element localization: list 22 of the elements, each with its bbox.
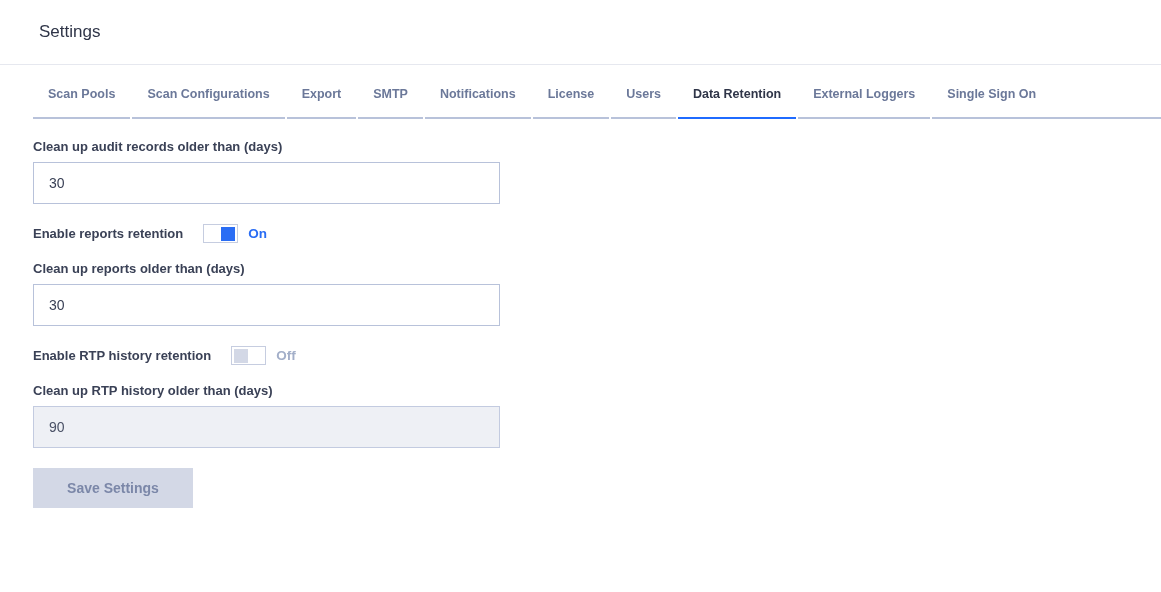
field-label: Clean up audit records older than (days) xyxy=(33,139,284,154)
tab[interactable]: Single Sign On xyxy=(932,76,1161,119)
toggle-switch[interactable] xyxy=(203,224,239,243)
toggle-label: Enable RTP history retention xyxy=(33,348,212,363)
tab[interactable]: External Loggers xyxy=(798,76,931,119)
tab[interactable]: License xyxy=(532,76,610,119)
toggle-label: Enable reports retention xyxy=(33,226,184,241)
tab[interactable]: Data Retention xyxy=(677,76,797,119)
toggle-status: Off xyxy=(276,348,296,363)
tab[interactable]: Notifications xyxy=(424,76,531,119)
input-field[interactable]: 30 xyxy=(33,284,500,326)
tab[interactable]: Scan Pools xyxy=(33,76,131,119)
field-label: Clean up RTP history older than (days) xyxy=(33,383,274,398)
toggle-switch[interactable] xyxy=(231,346,267,365)
input-field[interactable]: 30 xyxy=(33,162,500,204)
tab[interactable]: Scan Configurations xyxy=(132,76,285,119)
tab[interactable]: Export xyxy=(286,76,357,119)
page-title: Settings xyxy=(39,22,101,42)
tab[interactable]: Users xyxy=(611,76,676,119)
tab[interactable]: SMTP xyxy=(358,76,423,119)
field-label: Clean up reports older than (days) xyxy=(33,261,246,276)
toggle-status: On xyxy=(248,226,267,241)
